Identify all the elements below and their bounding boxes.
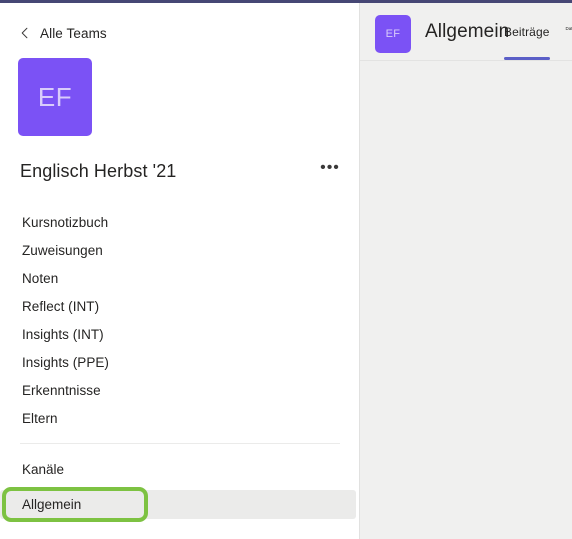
nav-item-label: Eltern xyxy=(22,410,58,426)
team-title-row: Englisch Herbst '21 ••• xyxy=(20,158,342,184)
back-label: Alle Teams xyxy=(40,25,107,41)
channel-tab-strip: Beiträge Dateien xyxy=(504,25,572,60)
team-more-options-button[interactable]: ••• xyxy=(318,159,342,183)
nav-item-insights-int[interactable]: Insights (INT) xyxy=(0,320,359,348)
team-avatar: EF xyxy=(18,58,92,136)
tab-label: Beiträge xyxy=(504,25,550,39)
nav-item-label: Erkenntnisse xyxy=(22,382,101,398)
teams-app-window: Alle Teams EF Englisch Herbst '21 ••• Ku… xyxy=(0,0,572,539)
nav-item-label: Noten xyxy=(22,270,59,286)
nav-item-eltern[interactable]: Eltern xyxy=(0,404,359,432)
tab-beitraege[interactable]: Beiträge xyxy=(504,25,556,60)
channel-team-avatar: EF xyxy=(375,15,411,53)
nav-item-noten[interactable]: Noten xyxy=(0,264,359,292)
nav-item-kursnotizbuch[interactable]: Kursnotizbuch xyxy=(0,208,359,236)
nav-item-label: Reflect (INT) xyxy=(22,298,100,314)
channel-team-avatar-initials: EF xyxy=(385,28,401,40)
channel-title: Allgemein xyxy=(425,21,510,42)
team-avatar-initials: EF xyxy=(37,81,73,112)
nav-item-zuweisungen[interactable]: Zuweisungen xyxy=(0,236,359,264)
tab-dateien[interactable]: Dateien xyxy=(566,26,572,31)
channel-item-allgemein[interactable]: Allgemein xyxy=(0,490,356,519)
nav-item-erkenntnisse[interactable]: Erkenntnisse xyxy=(0,376,359,404)
nav-item-reflect-int[interactable]: Reflect (INT) xyxy=(0,292,359,320)
channel-header: EF Allgemein Beiträge Dateien xyxy=(360,3,572,61)
team-name: Englisch Herbst '21 xyxy=(20,160,177,181)
nav-item-insights-ppe[interactable]: Insights (PPE) xyxy=(0,348,359,376)
nav-item-label: Insights (INT) xyxy=(22,326,104,342)
channel-content-panel: EF Allgemein Beiträge Dateien xyxy=(360,3,572,539)
nav-item-label: Zuweisungen xyxy=(22,242,103,258)
tab-label: Dateien xyxy=(565,26,572,31)
team-detail-panel: Alle Teams EF Englisch Herbst '21 ••• Ku… xyxy=(0,3,359,539)
channel-item-label: Allgemein xyxy=(22,497,82,512)
channel-posts-area xyxy=(360,62,572,539)
chevron-left-icon xyxy=(21,27,28,39)
nav-item-label: Kursnotizbuch xyxy=(22,214,109,230)
back-to-all-teams-button[interactable]: Alle Teams xyxy=(18,21,107,45)
channels-section-label: Kanäle xyxy=(22,462,65,477)
nav-item-label: Insights (PPE) xyxy=(22,354,109,370)
team-nav-list: Kursnotizbuch Zuweisungen Noten Reflect … xyxy=(0,208,359,432)
section-divider xyxy=(20,443,340,444)
